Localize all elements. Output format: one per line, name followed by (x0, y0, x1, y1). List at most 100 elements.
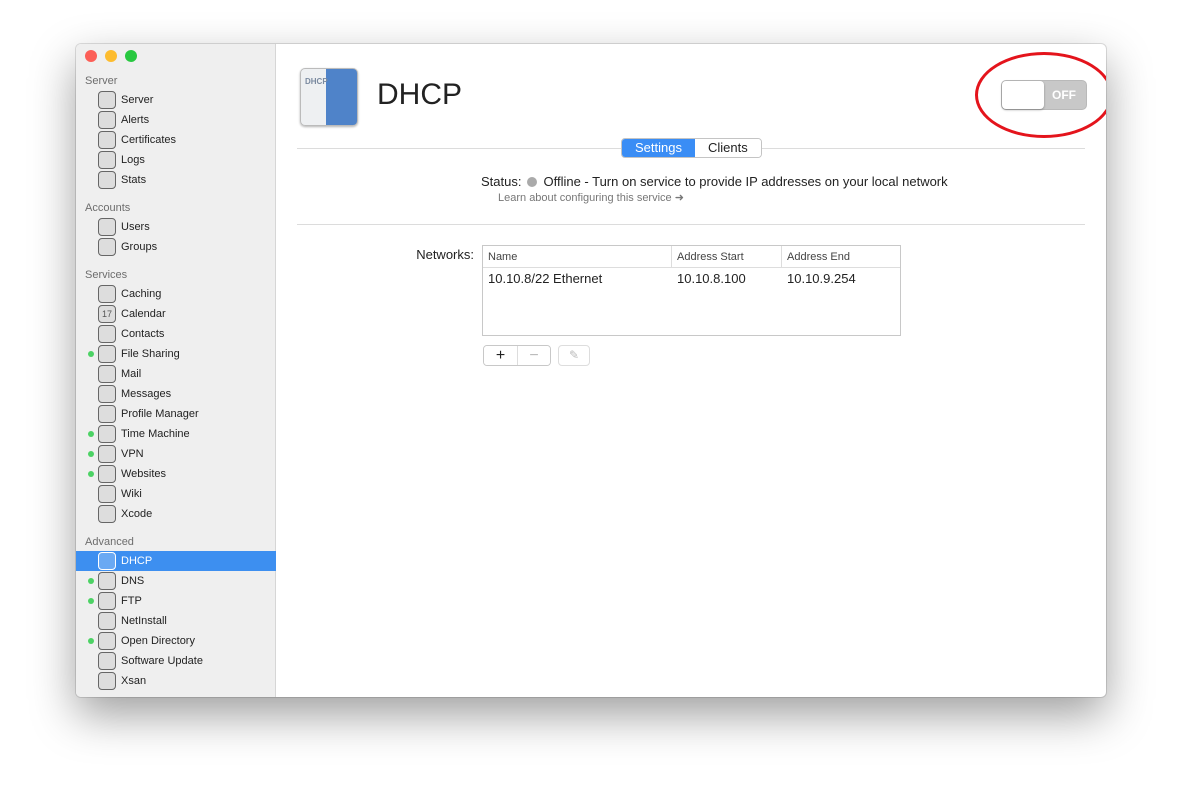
edit-network-button[interactable]: ✎ (558, 345, 590, 366)
networks-table: Name Address Start Address End 10.10.8/2… (482, 245, 901, 336)
sidebar-item-label: Users (121, 221, 150, 233)
tab-settings[interactable]: Settings (622, 139, 695, 157)
sidebar-item-label: Time Machine (121, 428, 190, 440)
status-label: Status: (481, 174, 522, 189)
networks-label: Networks: (416, 247, 474, 262)
certificate-icon (98, 131, 116, 149)
ftp-icon (98, 592, 116, 610)
messages-icon (98, 385, 116, 403)
sidebar-item-label: Wiki (121, 488, 142, 500)
sidebar-item-vpn[interactable]: VPN (76, 444, 276, 464)
sidebar-item-open-directory[interactable]: Open Directory (76, 631, 276, 651)
tab-bar: Settings Clients (621, 138, 762, 158)
sidebar-item-mail[interactable]: Mail (76, 364, 276, 384)
sidebar-item-label: VPN (121, 448, 144, 460)
sidebar-item-software-update[interactable]: Software Update (76, 651, 276, 671)
running-indicator (88, 638, 94, 644)
tab-clients[interactable]: Clients (694, 139, 761, 157)
status-text: Offline - Turn on service to provide IP … (543, 174, 948, 189)
sidebar-item-label: DNS (121, 575, 145, 587)
cell-name: 10.10.8/22 Ethernet (488, 271, 603, 286)
divider (297, 224, 1085, 225)
column-name[interactable]: Name (483, 246, 672, 267)
sidebar-item-xcode[interactable]: Xcode (76, 504, 276, 524)
arrow-circle-icon[interactable]: ➜ (675, 192, 684, 204)
sidebar-item-label: DHCP (121, 555, 153, 567)
running-indicator (88, 578, 94, 584)
section-header: Services (85, 269, 128, 281)
sidebar-item-label: Logs (121, 154, 145, 166)
add-network-button[interactable]: + (484, 346, 517, 365)
cell-address-end: 10.10.9.254 (787, 271, 856, 286)
sidebar-item-websites[interactable]: Websites (76, 464, 276, 484)
sidebar-item-groups[interactable]: Groups (76, 237, 276, 257)
sidebar-item-label: Groups (121, 241, 158, 253)
folder-icon (98, 345, 116, 363)
profile-icon (98, 405, 116, 423)
sidebar-item-server[interactable]: Server (76, 90, 276, 110)
server-app-window: Server Server Alerts Certificates Logs Stats A… (76, 44, 1106, 697)
section-header: Server (85, 75, 118, 87)
table-row[interactable]: 10.10.8/22 Ethernet 10.10.8.100 10.10.9.… (483, 268, 900, 292)
pencil-icon: ✎ (568, 348, 580, 362)
sidebar-item-label: Software Update (121, 655, 203, 667)
dhcp-icon (98, 552, 116, 570)
dns-icon (98, 572, 116, 590)
stats-icon (98, 171, 116, 189)
close-button[interactable] (85, 50, 97, 62)
running-indicator (88, 451, 94, 457)
sidebar-item-label: Messages (121, 388, 172, 400)
sidebar-item-wiki[interactable]: Wiki (76, 484, 276, 504)
sidebar-item-logs[interactable]: Logs (76, 150, 276, 170)
column-address-end[interactable]: Address End (782, 246, 900, 267)
globe-icon (98, 465, 116, 483)
sidebar-item-netinstall[interactable]: NetInstall (76, 611, 276, 631)
sidebar-item-messages[interactable]: Messages (76, 384, 276, 404)
calendar-icon: 17 (98, 305, 116, 323)
sidebar-item-caching[interactable]: Caching (76, 284, 276, 304)
xcode-icon (98, 505, 116, 523)
sidebar-item-file-sharing[interactable]: File Sharing (76, 344, 276, 364)
sidebar-item-label: Profile Manager (121, 408, 199, 420)
sidebar-item-label: Calendar (121, 308, 166, 320)
minimize-button[interactable] (105, 50, 117, 62)
sidebar-item-label: Server (121, 94, 154, 106)
offline-status-icon (527, 176, 538, 187)
sidebar-item-xsan[interactable]: Xsan (76, 671, 276, 691)
sidebar-item-label: Certificates (121, 134, 177, 146)
sidebar-item-contacts[interactable]: Contacts (76, 324, 276, 344)
section-header: Accounts (85, 202, 131, 214)
remove-network-button[interactable]: − (517, 346, 550, 365)
caching-icon (98, 285, 116, 303)
sidebar-item-alerts[interactable]: Alerts (76, 110, 276, 130)
sidebar-item-dhcp[interactable]: DHCP (76, 551, 276, 571)
xsan-icon (98, 672, 116, 690)
sidebar-item-users[interactable]: Users (76, 217, 276, 237)
megaphone-icon (98, 111, 116, 129)
user-icon (98, 218, 116, 236)
window-controls (85, 50, 137, 62)
service-toggle[interactable]: OFF (1001, 80, 1087, 110)
learn-link[interactable]: Learn about configuring this service ➜ (498, 191, 684, 204)
update-icon (98, 652, 116, 670)
group-icon (98, 238, 116, 256)
sidebar-item-certificates[interactable]: Certificates (76, 130, 276, 150)
column-address-start[interactable]: Address Start (672, 246, 782, 267)
sidebar-item-label: Open Directory (121, 635, 195, 647)
sidebar-item-stats[interactable]: Stats (76, 170, 276, 190)
wiki-icon (98, 485, 116, 503)
sidebar-item-profile-manager[interactable]: Profile Manager (76, 404, 276, 424)
time-machine-icon (98, 425, 116, 443)
running-indicator (88, 598, 94, 604)
sidebar-item-ftp[interactable]: FTP (76, 591, 276, 611)
lock-icon (98, 445, 116, 463)
sidebar-item-label: Xcode (121, 508, 153, 520)
sidebar-item-label: Websites (121, 468, 167, 480)
sidebar-item-dns[interactable]: DNS (76, 571, 276, 591)
learn-link-text[interactable]: Learn about configuring this service (498, 192, 672, 204)
sidebar-item-time-machine[interactable]: Time Machine (76, 424, 276, 444)
sidebar-item-calendar[interactable]: 17 Calendar (76, 304, 276, 324)
sidebar-item-label: Mail (121, 368, 142, 380)
zoom-button[interactable] (125, 50, 137, 62)
toggle-knob[interactable] (1002, 81, 1044, 109)
